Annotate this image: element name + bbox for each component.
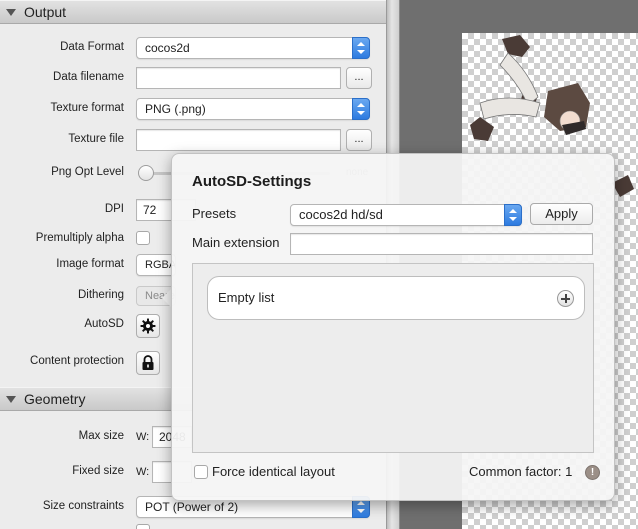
image-format-select[interactable]: RGBA8888 — [136, 254, 176, 276]
force-identical-layout-label: Force identical layout — [212, 464, 335, 479]
presets-value: cocos2d hd/sd — [299, 207, 383, 222]
select-arrows-icon — [352, 37, 370, 59]
dithering-label: Dithering — [77, 289, 124, 301]
output-section-title: Output — [24, 4, 67, 20]
popover-title: AutoSD-Settings — [192, 173, 312, 190]
premultiply-alpha-checkbox[interactable] — [136, 231, 150, 245]
disclosure-triangle-icon[interactable] — [6, 395, 16, 403]
disclosure-triangle-icon[interactable] — [6, 8, 16, 16]
premultiply-alpha-label: Premultiply alpha — [35, 232, 124, 244]
apply-button[interactable]: Apply — [530, 203, 593, 225]
data-format-label: Data Format — [60, 41, 124, 53]
max-size-label: Max size — [78, 430, 124, 442]
presets-label: Presets — [192, 206, 237, 221]
data-filename-browse-button[interactable]: ... — [346, 67, 372, 89]
autosd-label: AutoSD — [84, 318, 124, 330]
png-opt-level-slider-knob[interactable] — [138, 165, 154, 181]
texture-format-value: PNG (.png) — [145, 102, 206, 116]
texture-format-select[interactable]: PNG (.png) — [136, 98, 370, 120]
texture-file-browse-button[interactable]: ... — [346, 129, 372, 151]
data-format-row: Data Format cocos2d — [0, 37, 386, 61]
autosd-settings-button[interactable] — [136, 314, 160, 338]
data-filename-label: Data filename — [53, 71, 124, 83]
texture-file-row: Texture file ... — [0, 129, 386, 153]
fixed-size-w-label: W: — [136, 466, 150, 478]
geometry-section-title: Geometry — [24, 391, 86, 407]
presets-list-box: Empty list — [192, 263, 594, 453]
data-filename-input[interactable] — [136, 67, 341, 89]
texture-file-label: Texture file — [68, 133, 124, 145]
list-item[interactable]: Empty list — [207, 276, 585, 320]
max-size-w-label: W: — [136, 431, 150, 443]
size-constraints-label: Size constraints — [42, 500, 124, 512]
png-opt-level-label: Png Opt Level — [51, 166, 124, 178]
force-identical-layout-checkbox[interactable] — [194, 465, 208, 479]
common-factor-label: Common factor: 1 — [469, 464, 573, 479]
info-icon[interactable]: ! — [585, 465, 600, 480]
data-filename-row: Data filename ... — [0, 67, 386, 91]
select-arrows-icon — [504, 204, 522, 226]
autosd-settings-popover: AutoSD-Settings Presets cocos2d hd/sd Ap… — [171, 153, 615, 501]
main-extension-input[interactable] — [290, 233, 593, 255]
lock-icon — [142, 355, 154, 370]
main-extension-label: Main extension — [192, 235, 280, 250]
content-protection-label: Content protection — [30, 355, 124, 367]
add-icon[interactable] — [557, 290, 574, 307]
dpi-label: DPI — [104, 203, 124, 215]
texture-format-row: Texture format PNG (.png) — [0, 98, 386, 122]
data-format-value: cocos2d — [145, 41, 190, 55]
size-constraints-value: POT (Power of 2) — [145, 500, 239, 514]
select-arrows-icon — [352, 98, 370, 120]
output-section-header[interactable]: Output — [0, 0, 386, 24]
geometry-checkbox[interactable] — [136, 524, 150, 529]
gear-icon — [140, 318, 156, 334]
fixed-size-label: Fixed size — [72, 465, 124, 477]
content-protection-button[interactable] — [136, 351, 160, 375]
empty-list-text: Empty list — [218, 290, 275, 305]
texture-file-input[interactable] — [136, 129, 341, 151]
texture-format-label: Texture format — [50, 102, 125, 114]
data-format-select[interactable]: cocos2d — [136, 37, 370, 59]
image-format-label: Image format — [56, 258, 124, 270]
presets-select[interactable]: cocos2d hd/sd — [290, 204, 522, 226]
